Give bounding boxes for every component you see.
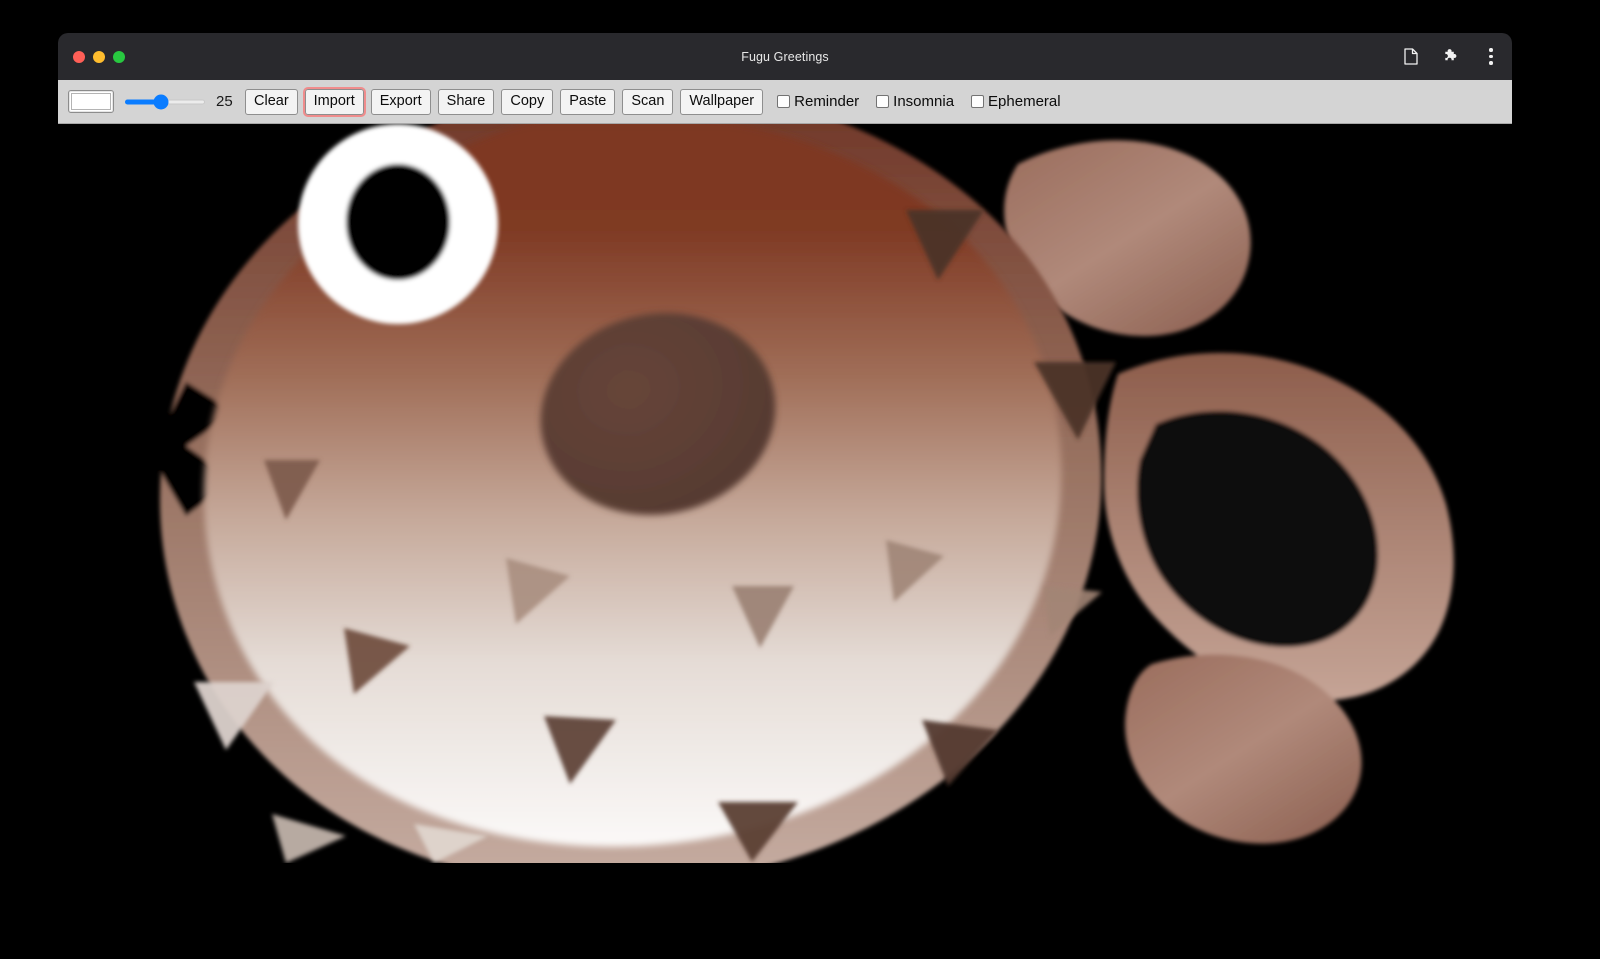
clear-button[interactable]: Clear xyxy=(245,89,298,115)
puzzle-icon[interactable] xyxy=(1442,47,1460,67)
eye xyxy=(298,124,498,324)
ephemeral-checkbox-group: Ephemeral xyxy=(971,93,1061,110)
window-title: Fugu Greetings xyxy=(58,50,1512,64)
paste-button[interactable]: Paste xyxy=(560,89,615,115)
kebab-icon[interactable] xyxy=(1482,47,1500,67)
title-bar: Fugu Greetings xyxy=(58,33,1512,80)
slider-thumb[interactable] xyxy=(154,94,169,109)
scan-button[interactable]: Scan xyxy=(622,89,673,115)
line-width-slider[interactable] xyxy=(125,92,205,112)
color-picker[interactable] xyxy=(68,90,114,113)
reminder-label: Reminder xyxy=(794,93,859,110)
eye-pupil xyxy=(346,164,450,280)
ephemeral-label: Ephemeral xyxy=(988,93,1061,110)
ephemeral-checkbox[interactable] xyxy=(971,95,984,108)
reminder-checkbox[interactable] xyxy=(777,95,790,108)
insomnia-checkbox[interactable] xyxy=(876,95,889,108)
traffic-lights xyxy=(73,51,125,63)
blowfish-artwork xyxy=(58,124,1512,863)
insomnia-checkbox-group: Insomnia xyxy=(876,93,954,110)
page-icon[interactable] xyxy=(1402,47,1420,67)
line-width-value: 25 xyxy=(216,93,236,110)
share-button[interactable]: Share xyxy=(438,89,495,115)
toolbar: 25 Clear Import Export Share Copy Paste … xyxy=(58,80,1512,124)
import-button[interactable]: Import xyxy=(305,89,364,115)
color-swatch-inner xyxy=(71,93,111,110)
copy-button[interactable]: Copy xyxy=(501,89,553,115)
insomnia-label: Insomnia xyxy=(893,93,954,110)
app-window: Fugu Greetings xyxy=(58,33,1512,863)
drawing-canvas[interactable] xyxy=(58,124,1512,863)
wallpaper-button[interactable]: Wallpaper xyxy=(680,89,763,115)
titlebar-actions xyxy=(1402,47,1500,67)
maximize-window-button[interactable] xyxy=(113,51,125,63)
minimize-window-button[interactable] xyxy=(93,51,105,63)
reminder-checkbox-group: Reminder xyxy=(777,93,859,110)
close-window-button[interactable] xyxy=(73,51,85,63)
export-button[interactable]: Export xyxy=(371,89,431,115)
